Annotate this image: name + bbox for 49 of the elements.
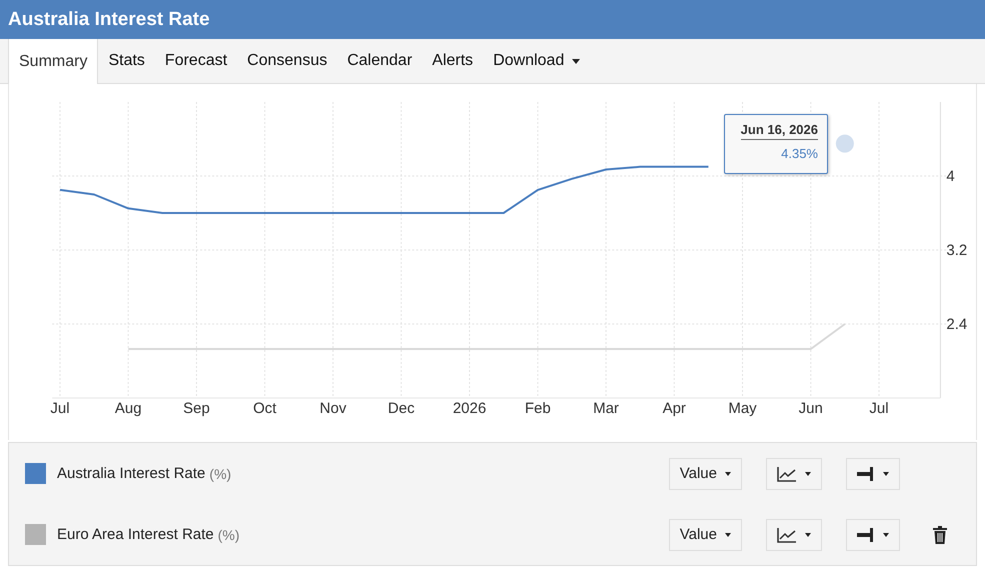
tooltip-date: Jun 16, 2026 bbox=[740, 122, 818, 140]
line-end-icon bbox=[857, 528, 875, 542]
tab[interactable]: Download bbox=[483, 39, 590, 83]
delete-button[interactable] bbox=[930, 524, 950, 546]
tab[interactable]: Alerts bbox=[422, 39, 484, 83]
axis-label: 4 bbox=[946, 168, 955, 185]
tab[interactable]: Summary bbox=[8, 39, 98, 84]
caret-icon bbox=[805, 532, 811, 536]
axis-label: 2.4 bbox=[946, 316, 968, 333]
trash-icon bbox=[933, 526, 947, 544]
axis-label: Feb bbox=[524, 400, 551, 417]
axis-label: Mar bbox=[593, 400, 619, 417]
caret-icon bbox=[725, 532, 731, 536]
unit-label: (%) bbox=[209, 466, 232, 482]
tab[interactable]: Forecast bbox=[154, 39, 238, 83]
axis-label: Jul bbox=[869, 400, 889, 417]
line-chart-icon bbox=[777, 526, 797, 542]
axis-label: Jun bbox=[798, 400, 823, 417]
chart-type-dropdown[interactable] bbox=[766, 518, 822, 550]
caret-icon bbox=[725, 472, 731, 476]
axis-label: 2026 bbox=[452, 400, 486, 417]
axis-label: Dec bbox=[388, 400, 415, 417]
caret-icon bbox=[883, 532, 889, 536]
line-style-dropdown[interactable] bbox=[846, 518, 900, 550]
window-title: Australia Interest Rate bbox=[8, 8, 210, 30]
axis-label: Aug bbox=[114, 400, 142, 417]
value-dropdown[interactable]: Value bbox=[668, 458, 742, 490]
series-name: Australia Interest Rate bbox=[57, 465, 206, 482]
value-dropdown[interactable]: Value bbox=[668, 518, 742, 550]
caret-icon bbox=[883, 472, 889, 476]
tooltip-value: 4.35% bbox=[781, 146, 818, 161]
series-name: Euro Area Interest Rate bbox=[57, 526, 214, 543]
tab[interactable]: Stats bbox=[98, 39, 155, 83]
axis-label: Apr bbox=[662, 400, 686, 417]
line-end-icon bbox=[857, 466, 875, 480]
axis-label: Jul bbox=[50, 400, 70, 417]
caret-icon bbox=[805, 472, 811, 476]
axis-label: May bbox=[728, 400, 757, 417]
tab[interactable]: Consensus bbox=[237, 39, 338, 83]
axis-label: 3.2 bbox=[946, 242, 968, 259]
chart-type-dropdown[interactable] bbox=[766, 458, 822, 490]
hover-marker bbox=[836, 134, 854, 153]
tab[interactable]: Calendar bbox=[337, 39, 422, 83]
axis-label: Nov bbox=[320, 400, 346, 417]
line-chart-icon bbox=[777, 466, 797, 482]
axis-label: Oct bbox=[253, 400, 276, 417]
unit-label: (%) bbox=[218, 526, 240, 542]
line-style-dropdown[interactable] bbox=[846, 458, 900, 490]
axis-label: Sep bbox=[183, 400, 210, 417]
